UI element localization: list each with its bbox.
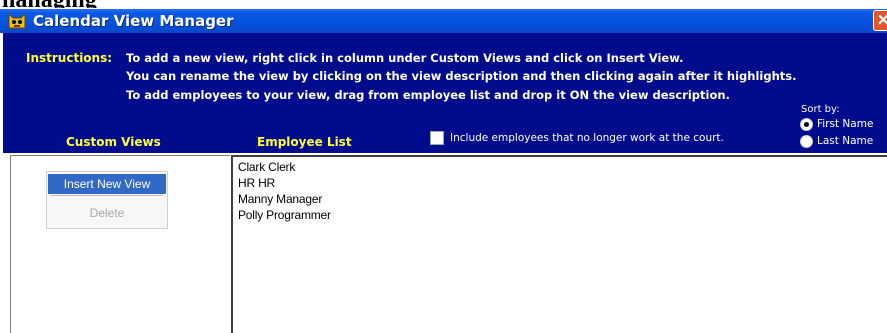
title-bar[interactable]: Calendar View Manager ✕ <box>0 9 887 33</box>
employee-list-item[interactable]: Clark Clerk <box>238 160 295 174</box>
sort-first-name-radio[interactable] <box>800 118 813 131</box>
window-title: Calendar View Manager <box>33 12 234 30</box>
sort-by-label: Sort by: <box>801 104 840 115</box>
include-former-checkbox[interactable] <box>430 131 444 145</box>
instructions-label: Instructions: <box>26 51 113 65</box>
menu-separator <box>51 195 163 196</box>
cat-face-icon <box>8 12 26 29</box>
employee-list-item[interactable]: Polly Programmer <box>238 208 331 222</box>
heading-text: nanaging <box>2 0 97 8</box>
delete-menu-item[interactable]: Delete <box>48 203 166 223</box>
instruction-line: To add employees to your view, drag from… <box>126 88 730 102</box>
radio-selected-dot <box>804 122 809 127</box>
sort-first-name-label: First Name <box>817 118 874 130</box>
instruction-line: To add a new view, right click in column… <box>126 51 684 65</box>
employee-list-header: Employee List <box>257 135 352 149</box>
page-heading-fragment: nanaging <box>0 0 887 8</box>
employee-list[interactable]: Clark Clerk HR HR Manny Manager Polly Pr… <box>231 155 887 333</box>
sort-last-name-radio[interactable] <box>800 135 813 148</box>
custom-views-header: Custom Views <box>66 135 161 149</box>
employee-list-item[interactable]: Manny Manager <box>238 192 322 206</box>
close-icon: ✕ <box>877 12 887 29</box>
insert-new-view-menu-item[interactable]: Insert New View <box>48 174 166 194</box>
close-button[interactable]: ✕ <box>873 10 887 31</box>
instructions-panel: Instructions: To add a new view, right c… <box>3 33 887 153</box>
employee-list-item[interactable]: HR HR <box>238 176 275 190</box>
context-menu: Insert New View Delete <box>46 171 168 229</box>
include-former-label: Include employees that no longer work at… <box>450 132 724 144</box>
sort-last-name-label: Last Name <box>817 135 874 147</box>
instruction-line: You can rename the view by clicking on t… <box>126 69 797 83</box>
